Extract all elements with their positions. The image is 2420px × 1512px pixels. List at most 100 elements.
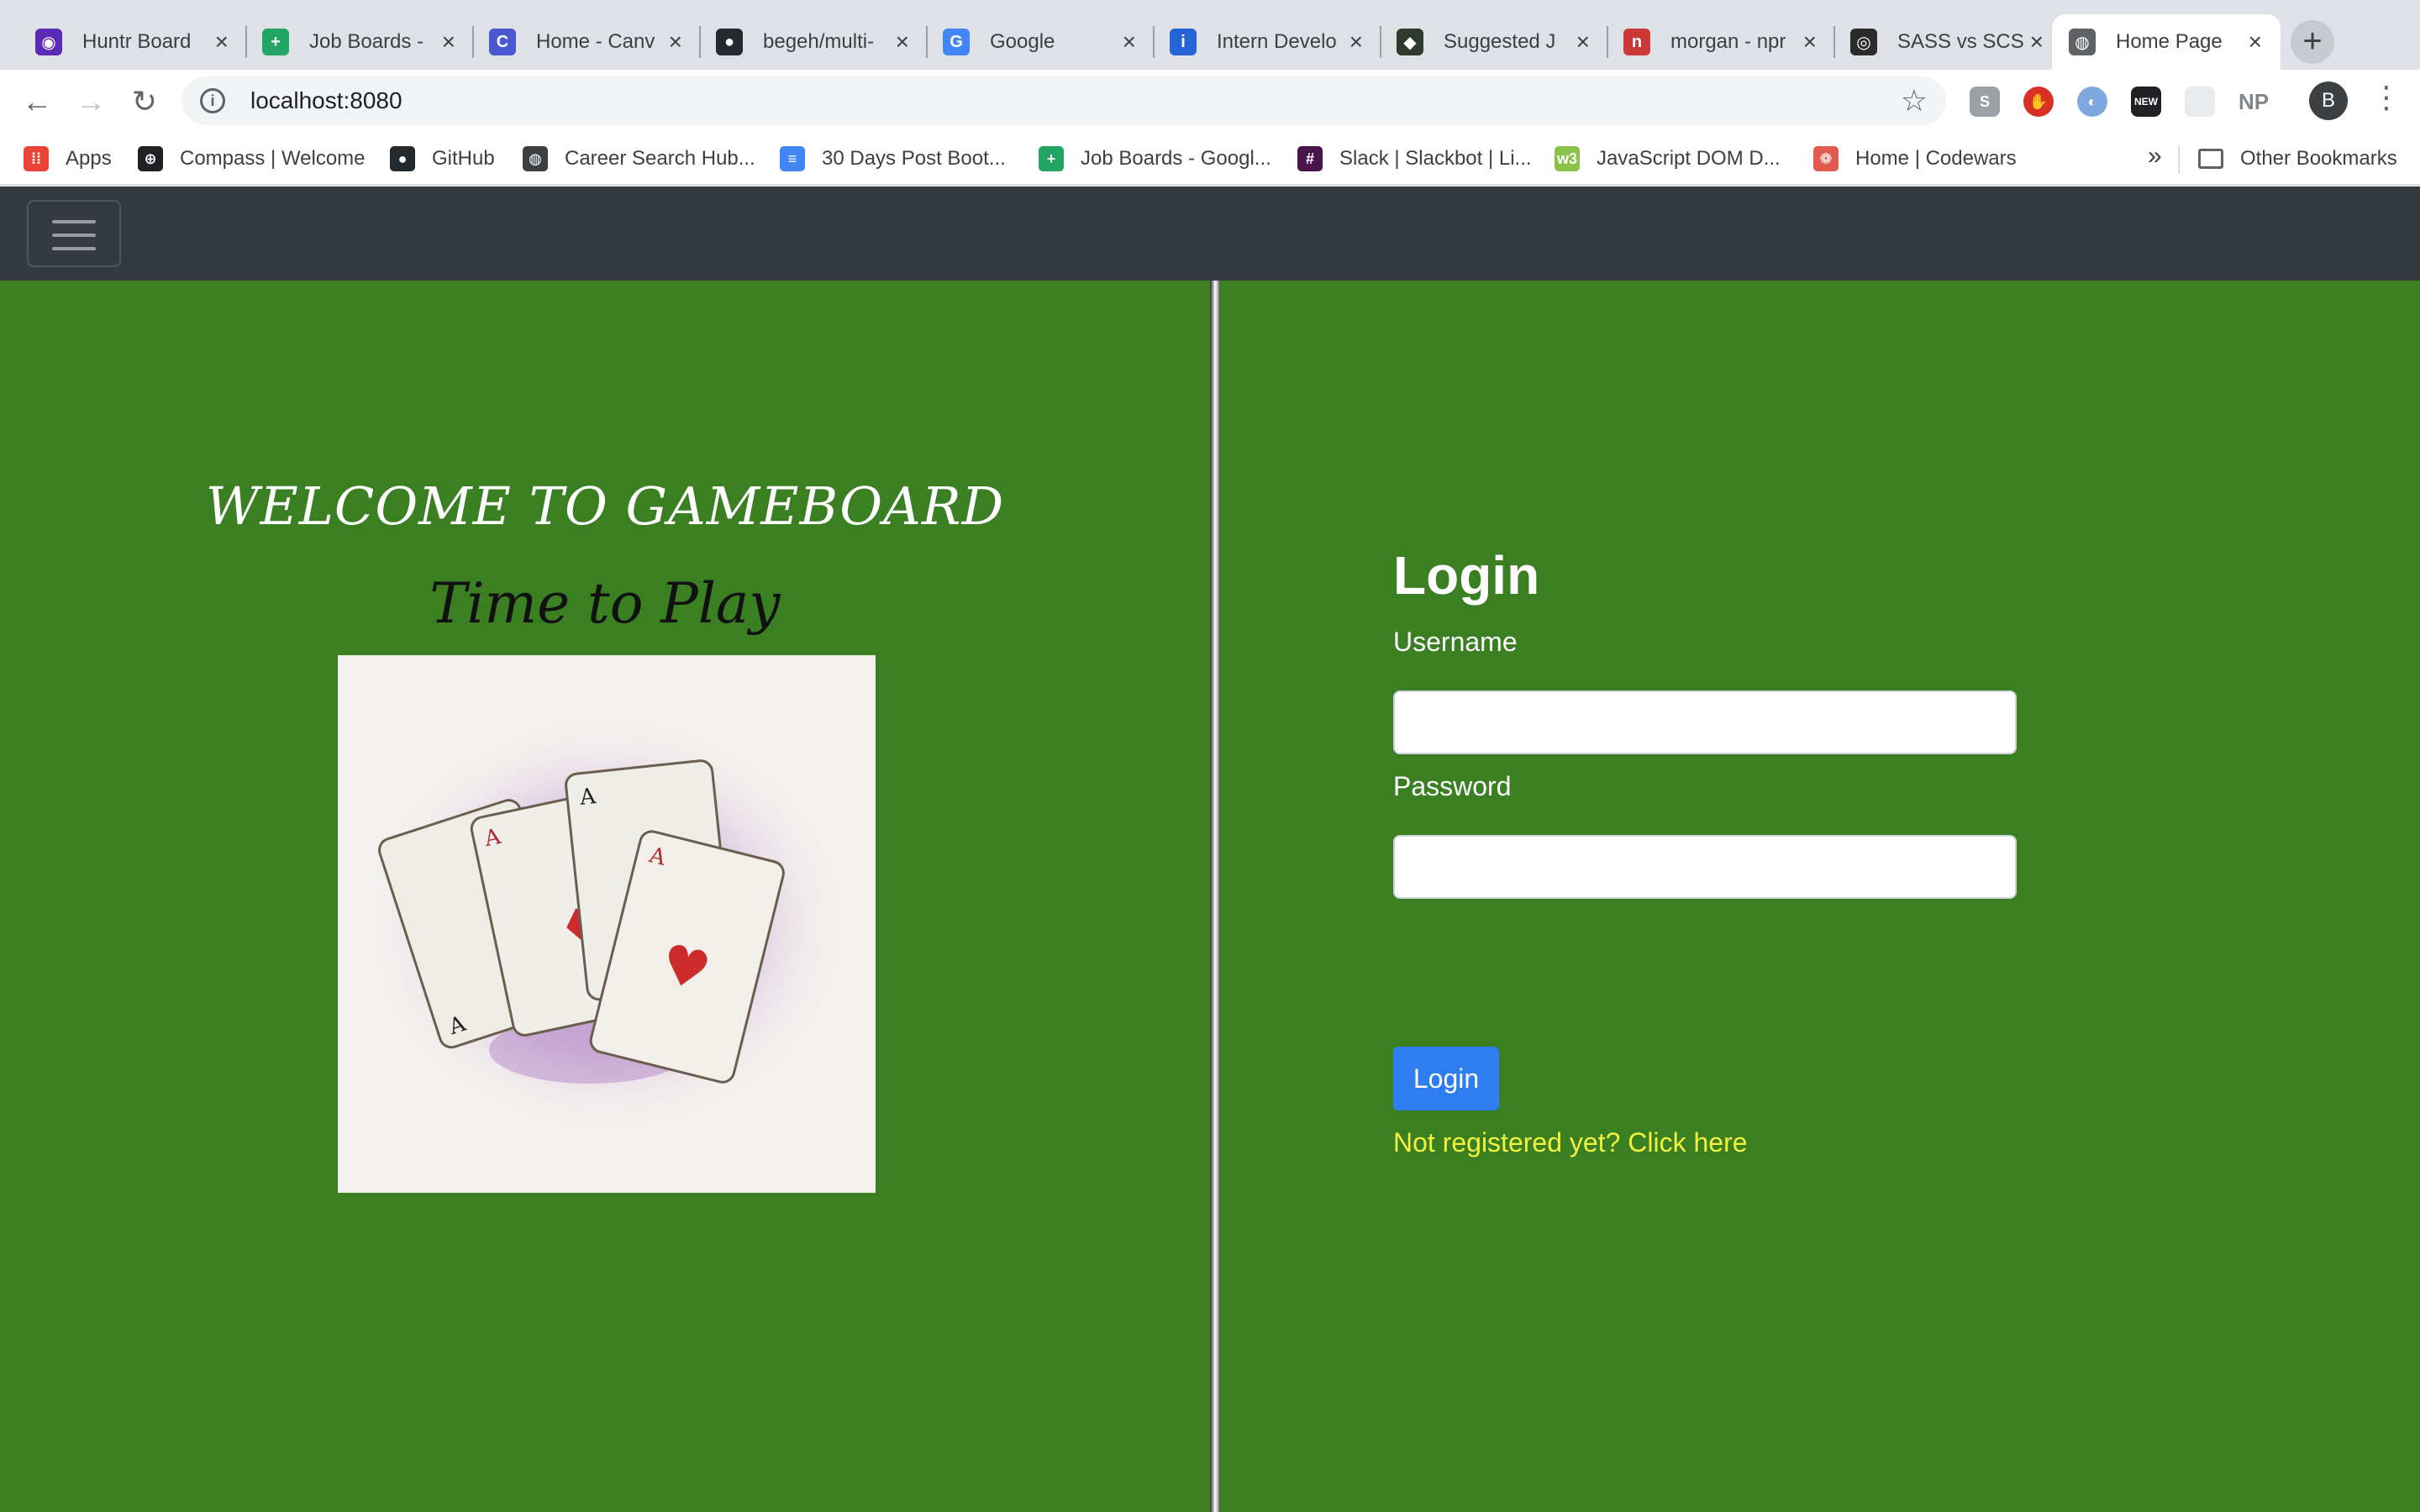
browser-tab[interactable]: n morgan - npr × (1607, 14, 1835, 70)
close-tab-icon[interactable]: × (1576, 29, 1590, 55)
four-aces-illustration: A ♠ A ♦ A ♣ A ♥ (363, 714, 850, 1134)
bookmark-item[interactable]: ⁞⁞ Apps (24, 144, 112, 174)
canvas-icon: C (489, 29, 516, 55)
slack-icon: # (1297, 146, 1323, 171)
tab-title: Home - Canv (536, 30, 655, 53)
bookmark-label: Slack | Slackbot | Li... (1339, 147, 1532, 170)
bookmark-item[interactable]: w3 JavaScript DOM D... (1555, 144, 1781, 174)
bookmarks-separator (2178, 145, 2180, 174)
hamburger-line (52, 247, 96, 250)
password-input[interactable] (1393, 835, 2017, 899)
welcome-panel: WELCOME TO GAMEBOARD Time to Play A ♠ (0, 281, 1210, 1512)
welcome-heading: WELCOME TO GAMEBOARD (205, 475, 1005, 537)
news-extension-icon[interactable]: NEW (2131, 87, 2161, 117)
close-tab-icon[interactable]: × (442, 29, 455, 55)
browser-tab[interactable]: i Intern Develo × (1153, 14, 1381, 70)
bookmark-item[interactable]: ⊕ Compass | Welcome (138, 144, 366, 174)
sheets-icon: + (262, 29, 289, 55)
browser-tab[interactable]: G Google × (926, 14, 1155, 70)
bookmark-item[interactable]: ❁ Home | Codewars (1813, 144, 2017, 174)
bookmark-label: GitHub (432, 147, 495, 170)
codewars-icon: ❁ (1813, 146, 1839, 171)
close-tab-icon[interactable]: × (1349, 29, 1363, 55)
other-bookmarks[interactable]: Other Bookmarks (2198, 144, 2397, 174)
other-bookmarks-label: Other Bookmarks (2240, 147, 2397, 170)
browser-tab[interactable]: C Home - Canv × (472, 14, 701, 70)
register-link[interactable]: Not registered yet? Click here (1393, 1127, 1748, 1158)
login-panel: Login Username Password Login Not regist… (1220, 281, 2420, 1512)
password-label: Password (1393, 771, 1512, 801)
reload-icon[interactable]: ↻ (124, 81, 165, 122)
browser-tab[interactable]: ◉ Huntr Board × (18, 14, 247, 70)
browser-tab[interactable]: ● begeh/multi- × (699, 14, 928, 70)
hamburger-line (52, 220, 96, 223)
bookmark-label: Apps (66, 147, 112, 170)
more-bookmarks-chevron[interactable]: » (2148, 142, 2162, 171)
close-tab-icon[interactable]: × (215, 29, 229, 55)
sheets-icon: + (1039, 146, 1064, 171)
adblock-extension-icon[interactable]: ✋ (2023, 87, 2054, 117)
browser-tab[interactable]: ◆ Suggested J × (1380, 14, 1608, 70)
browser-tab[interactable]: ◎ SASS vs SCS × (1833, 14, 2062, 70)
close-tab-icon[interactable]: × (1803, 29, 1817, 55)
tab-title: Job Boards - (309, 30, 424, 53)
bookmark-star-icon[interactable]: ☆ (1901, 83, 1928, 118)
globe-icon: ◍ (2069, 29, 2096, 55)
hamburger-line (52, 234, 96, 237)
close-tab-icon[interactable]: × (669, 29, 682, 55)
folder-icon (2198, 149, 2223, 169)
close-tab-icon[interactable]: × (1123, 29, 1136, 55)
tab-title: SASS vs SCS (1897, 30, 2023, 53)
bookmark-item[interactable]: # Slack | Slackbot | Li... (1297, 144, 1532, 174)
np-extension-icon[interactable]: NP (2238, 87, 2269, 117)
login-button[interactable]: Login (1393, 1047, 1499, 1110)
sass-icon: ◎ (1850, 29, 1877, 55)
bookmark-label: 30 Days Post Boot... (822, 147, 1006, 170)
page-content: WELCOME TO GAMEBOARD Time to Play A ♠ (0, 186, 2420, 1512)
username-label: Username (1393, 627, 1518, 657)
bookmark-item[interactable]: ≡ 30 Days Post Boot... (780, 144, 1006, 174)
bookmark-label: Compass | Welcome (180, 147, 366, 170)
close-tab-icon[interactable]: × (896, 29, 909, 55)
playing-cards-image: A ♠ A ♦ A ♣ A ♥ (338, 655, 876, 1193)
navbar-toggler-button[interactable] (27, 200, 121, 267)
browser-tab[interactable]: ◍ Home Page × (2052, 14, 2281, 70)
username-input[interactable] (1393, 690, 2017, 754)
menu-kebab-icon[interactable]: ⋮ (2371, 80, 2402, 115)
bookmark-item[interactable]: ● GitHub (390, 144, 495, 174)
huntr-icon: ◉ (35, 29, 62, 55)
google-icon: G (943, 29, 970, 55)
profile-avatar[interactable]: B (2309, 81, 2348, 120)
bookmark-label: Career Search Hub... (565, 147, 755, 170)
browser-tab[interactable]: + Job Boards - × (245, 14, 474, 70)
github-icon: ● (716, 29, 743, 55)
tab-title: Home Page (2116, 30, 2223, 53)
browser-toolbar: ← → ↻ i localhost:8080 ☆ S ✋ ◐ NEW NP B … (0, 70, 2420, 132)
login-heading: Login (1393, 545, 1540, 606)
tab-title: Google (990, 30, 1055, 53)
bookmark-item[interactable]: ◍ Career Search Hub... (523, 144, 755, 174)
forward-icon[interactable]: → (71, 81, 111, 122)
close-tab-icon[interactable]: × (2030, 29, 2044, 55)
vpn-extension-icon[interactable]: ◐ (2077, 87, 2107, 117)
address-url[interactable]: localhost:8080 (250, 87, 402, 114)
back-icon[interactable]: ← (17, 81, 57, 122)
skype-extension-icon[interactable]: S (1970, 87, 2000, 117)
site-info-icon[interactable]: i (200, 88, 225, 113)
tab-title: morgan - npr (1670, 30, 1786, 53)
bookmark-label: JavaScript DOM D... (1597, 147, 1781, 170)
bookmark-label: Job Boards - Googl... (1081, 147, 1271, 170)
apps-grid-icon: ⁞⁞ (24, 146, 49, 171)
close-tab-icon[interactable]: × (2249, 29, 2262, 55)
bookmarks-bar: ⁞⁞ Apps ⊕ Compass | Welcome ● GitHub ◍ Career S… (0, 132, 2420, 186)
tab-title: Huntr Board (82, 30, 192, 53)
bookmark-item[interactable]: + Job Boards - Googl... (1039, 144, 1271, 174)
tab-title: Suggested J (1444, 30, 1556, 53)
new-tab-button[interactable]: + (2291, 20, 2334, 64)
address-bar[interactable]: i localhost:8080 ☆ (182, 76, 1946, 125)
tab-title: Intern Develo (1217, 30, 1337, 53)
github-icon: ● (390, 146, 415, 171)
bookmark-label: Home | Codewars (1855, 147, 2017, 170)
suggested-icon: ◆ (1397, 29, 1423, 55)
grid-extension-icon[interactable] (2185, 87, 2215, 117)
